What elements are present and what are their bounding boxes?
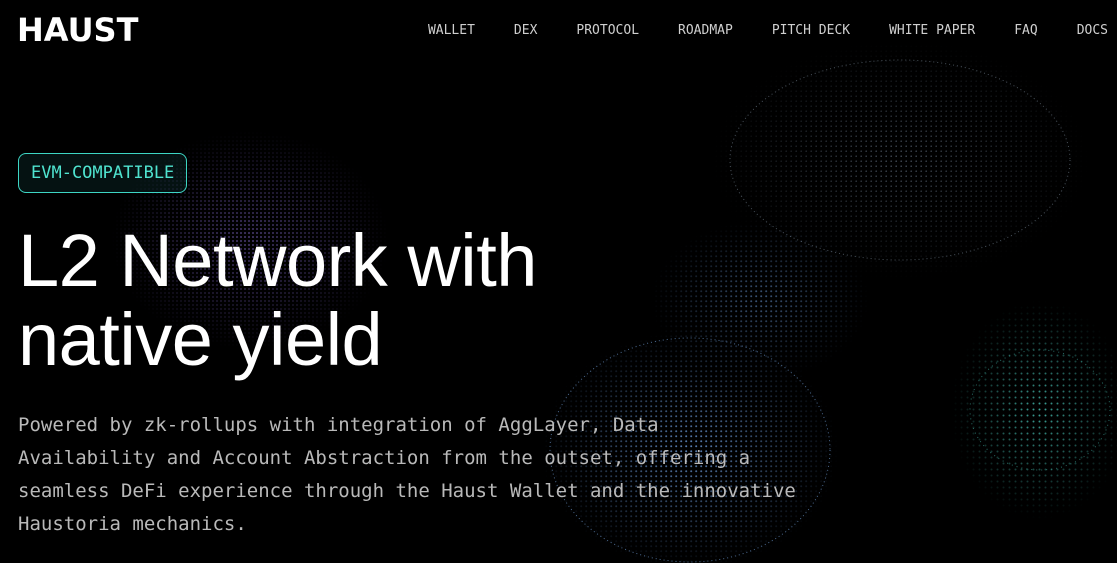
nav-link-wallet[interactable]: WALLET [428, 22, 475, 40]
evm-compatible-badge: EVM-COMPATIBLE [18, 153, 188, 193]
main-nav: WALLET DEX PROTOCOL ROADMAP PITCH DECK W… [428, 22, 1108, 40]
nav-link-pitch-deck[interactable]: PITCH DECK [772, 22, 850, 40]
nav-link-roadmap[interactable]: ROADMAP [678, 22, 733, 40]
hero-description: Powered by zk-rollups with integration o… [18, 414, 796, 535]
hero-section: EVM-COMPATIBLE L2 Network with native yi… [18, 153, 798, 541]
nav-link-protocol[interactable]: PROTOCOL [576, 22, 639, 40]
nav-link-white-paper[interactable]: WHITE PAPER [889, 22, 975, 40]
hero-headline: L2 Network with native yield [18, 219, 537, 381]
nav-link-dex[interactable]: DEX [514, 22, 537, 40]
haust-logo[interactable]: HAUST [17, 10, 138, 50]
nav-link-docs[interactable]: DOCS [1077, 22, 1108, 40]
nav-link-faq[interactable]: FAQ [1014, 22, 1037, 40]
site-header: HAUST WALLET DEX PROTOCOL ROADMAP PITCH … [0, 0, 1117, 62]
